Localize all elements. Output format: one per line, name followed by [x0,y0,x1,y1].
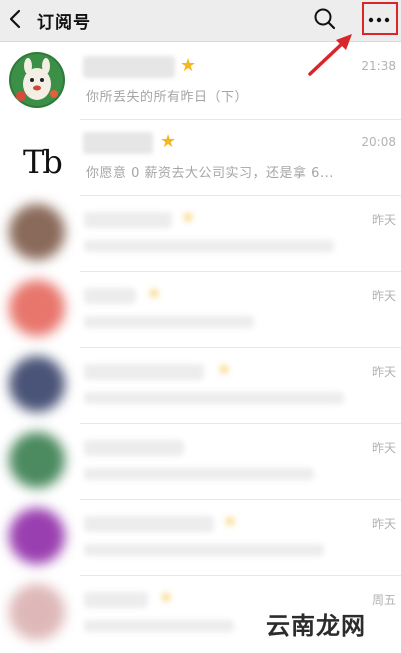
blurred-avatar [9,508,65,564]
watermark: 云南龙网 [266,612,366,640]
list-item[interactable]: ★ 昨天 [0,272,401,348]
subscription-list: ★ 21:38 你所丢失的所有昨日（下） Tb ★ 20:08 你愿意 0 薪资… [0,44,401,652]
blurred-name [84,592,148,608]
highlight-box [362,2,398,35]
chevron-left-icon [9,9,21,29]
timestamp: 20:08 [361,135,396,149]
blurred-preview [84,620,234,632]
account-name-redacted [83,56,175,78]
blurred-name [84,440,184,456]
blurred-avatar [9,356,65,412]
blurred-preview [84,544,324,556]
list-item[interactable]: ★ 昨天 [0,500,401,576]
blurred-preview [84,240,334,252]
blurred-name [84,288,136,304]
message-preview: 你所丢失的所有昨日（下） [86,90,249,105]
search-icon [314,8,336,30]
llama-cartoon-avatar [9,52,65,108]
timestamp: 周五 [371,593,396,607]
blurred-avatar [9,204,65,260]
timestamp: 21:38 [361,59,396,73]
list-item[interactable]: ★ 昨天 [0,348,401,424]
page-title: 订阅号 [37,13,91,33]
blurred-preview [84,468,314,480]
blurred-avatar [9,432,65,488]
tb-logo-avatar: Tb [9,128,65,184]
blurred-preview [84,316,254,328]
blurred-preview [84,392,344,404]
list-item[interactable]: ★ 21:38 你所丢失的所有昨日（下） [0,44,401,120]
list-item[interactable]: Tb ★ 20:08 你愿意 0 薪资去大公司实习，还是拿 6... [0,120,401,196]
timestamp: 昨天 [371,365,396,379]
search-button[interactable] [312,6,338,32]
timestamp: 昨天 [371,289,396,303]
blurred-avatar [9,584,65,640]
list-item[interactable]: 昨天 [0,424,401,500]
star-icon: ★ [160,131,177,152]
star-icon: ★ [222,511,239,532]
star-icon: ★ [180,55,197,76]
account-name-redacted [83,132,153,154]
star-icon: ★ [158,587,175,608]
star-icon: ★ [146,283,163,304]
blurred-name [84,212,172,228]
star-icon: ★ [216,359,233,380]
blurred-name [84,364,204,380]
blurred-avatar [9,280,65,336]
list-item[interactable]: ★ 昨天 [0,196,401,272]
timestamp: 昨天 [371,213,396,227]
timestamp: 昨天 [371,441,396,455]
blurred-name [84,516,214,532]
star-icon: ★ [180,207,197,228]
tb-logo-text: Tb [23,143,63,181]
timestamp: 昨天 [371,517,396,531]
message-preview: 你愿意 0 薪资去大公司实习，还是拿 6... [86,166,334,181]
back-button[interactable] [4,7,28,31]
